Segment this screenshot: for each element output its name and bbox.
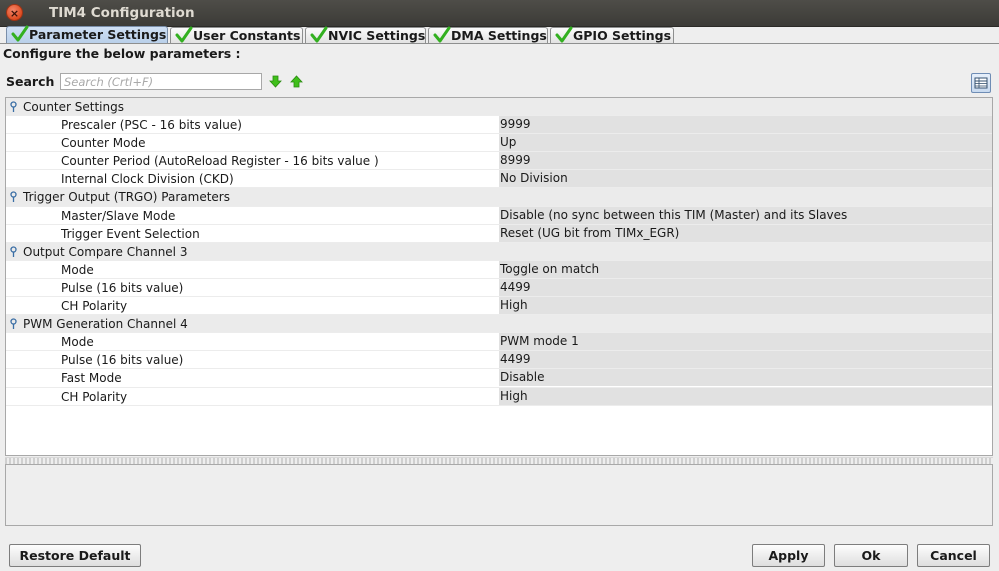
tab-parameter-settings[interactable]: Parameter Settings: [6, 25, 168, 44]
tab-gpio-settings[interactable]: GPIO Settings: [550, 26, 674, 43]
search-input[interactable]: [60, 73, 262, 90]
restore-default-button[interactable]: Restore Default: [9, 544, 141, 567]
check-icon: [555, 26, 573, 43]
param-name: Internal Clock Division (CKD): [61, 172, 234, 187]
expand-pin-icon[interactable]: [9, 246, 18, 258]
param-name: Mode: [61, 262, 94, 277]
group-label: Output Compare Channel 3: [23, 244, 188, 259]
param-value[interactable]: Reset (UG bit from TIMx_EGR): [499, 224, 992, 242]
expand-pin-icon[interactable]: [9, 191, 18, 203]
cancel-button[interactable]: Cancel: [917, 544, 990, 567]
group-label: Trigger Output (TRGO) Parameters: [23, 190, 230, 205]
tab-label: User Constants: [193, 28, 301, 43]
title-bar: × TIM4 Configuration: [0, 0, 999, 27]
param-name: Prescaler (PSC - 16 bits value): [61, 118, 242, 133]
table-row[interactable]: Prescaler (PSC - 16 bits value) 9999: [6, 116, 992, 135]
param-name: Fast Mode: [61, 371, 122, 386]
param-name: Master/Slave Mode: [61, 208, 176, 223]
check-icon: [433, 26, 451, 43]
param-name: CH Polarity: [61, 299, 128, 314]
table-row[interactable]: Internal Clock Division (CKD) No Division: [6, 170, 992, 189]
apply-button[interactable]: Apply: [752, 544, 825, 567]
table-row[interactable]: CH Polarity High: [6, 297, 992, 316]
group-row-pwm-generation-channel-4[interactable]: PWM Generation Channel 4: [6, 315, 992, 334]
ok-button[interactable]: Ok: [834, 544, 908, 567]
table-row[interactable]: CH Polarity High: [6, 387, 992, 406]
window-title: TIM4 Configuration: [49, 5, 195, 21]
expand-pin-icon[interactable]: [9, 318, 18, 330]
param-name: Counter Period (AutoReload Register - 16…: [61, 154, 379, 169]
table-row[interactable]: Fast Mode Disable: [6, 369, 992, 388]
group-row-output-compare-channel-3[interactable]: Output Compare Channel 3: [6, 242, 992, 261]
param-name: Trigger Event Selection: [61, 226, 200, 241]
group-label: Counter Settings: [23, 100, 124, 114]
table-row[interactable]: Mode PWM mode 1: [6, 333, 992, 352]
tab-nvic-settings[interactable]: NVIC Settings: [305, 26, 426, 43]
tab-dma-settings[interactable]: DMA Settings: [428, 26, 548, 43]
table-view-icon: [974, 77, 988, 89]
group-row-trigger-output[interactable]: Trigger Output (TRGO) Parameters: [6, 188, 992, 207]
param-value[interactable]: 4499: [499, 278, 992, 296]
tab-label: NVIC Settings: [328, 28, 426, 43]
table-view-toggle-button[interactable]: [971, 73, 991, 93]
group-row-counter-settings[interactable]: Counter Settings: [6, 98, 992, 117]
search-label: Search :: [6, 74, 64, 89]
arrow-up-icon[interactable]: [290, 75, 303, 88]
param-value[interactable]: High: [499, 297, 992, 315]
tab-label: GPIO Settings: [573, 28, 672, 43]
param-name: Pulse (16 bits value): [61, 280, 184, 295]
table-row[interactable]: Pulse (16 bits value) 4499: [6, 351, 992, 370]
tab-user-constants[interactable]: User Constants: [170, 26, 303, 43]
table-row[interactable]: Counter Period (AutoReload Register - 16…: [6, 152, 992, 171]
param-value[interactable]: 9999: [499, 116, 992, 134]
param-value[interactable]: Disable (no sync between this TIM (Maste…: [499, 206, 992, 224]
table-row[interactable]: Mode Toggle on match: [6, 260, 992, 279]
tab-strip: Parameter Settings User Constants NVIC S…: [3, 25, 997, 44]
arrow-down-icon[interactable]: [269, 75, 282, 88]
parameter-table: Counter Settings Prescaler (PSC - 16 bit…: [5, 97, 993, 456]
tab-baseline: [0, 43, 999, 44]
param-value[interactable]: 8999: [499, 152, 992, 170]
param-name: Counter Mode: [61, 136, 146, 151]
param-value[interactable]: Toggle on match: [499, 260, 992, 278]
tab-label: DMA Settings: [451, 28, 547, 43]
param-value[interactable]: High: [499, 387, 992, 405]
group-label: PWM Generation Channel 4: [23, 317, 188, 332]
table-row[interactable]: Pulse (16 bits value) 4499: [6, 278, 992, 298]
param-value[interactable]: Disable: [499, 369, 992, 387]
expand-pin-icon[interactable]: [9, 101, 18, 113]
param-value[interactable]: 4499: [499, 351, 992, 369]
param-value[interactable]: Up: [499, 134, 992, 152]
check-icon: [310, 26, 328, 43]
description-panel: [5, 464, 993, 526]
tab-label: Parameter Settings: [29, 27, 167, 42]
table-row[interactable]: Counter Mode Up: [6, 134, 992, 153]
param-value[interactable]: PWM mode 1: [499, 333, 992, 351]
param-name: CH Polarity: [61, 389, 128, 404]
table-row[interactable]: Master/Slave Mode Disable (no sync betwee…: [6, 206, 992, 225]
param-name: Pulse (16 bits value): [61, 353, 184, 368]
configure-heading: Configure the below parameters :: [3, 46, 241, 61]
param-value[interactable]: No Division: [499, 170, 992, 188]
close-icon[interactable]: ×: [6, 4, 23, 21]
check-icon: [175, 26, 193, 43]
param-name: Mode: [61, 335, 94, 350]
check-icon: [11, 25, 29, 42]
table-row[interactable]: Trigger Event Selection Reset (UG bit fro…: [6, 224, 992, 243]
